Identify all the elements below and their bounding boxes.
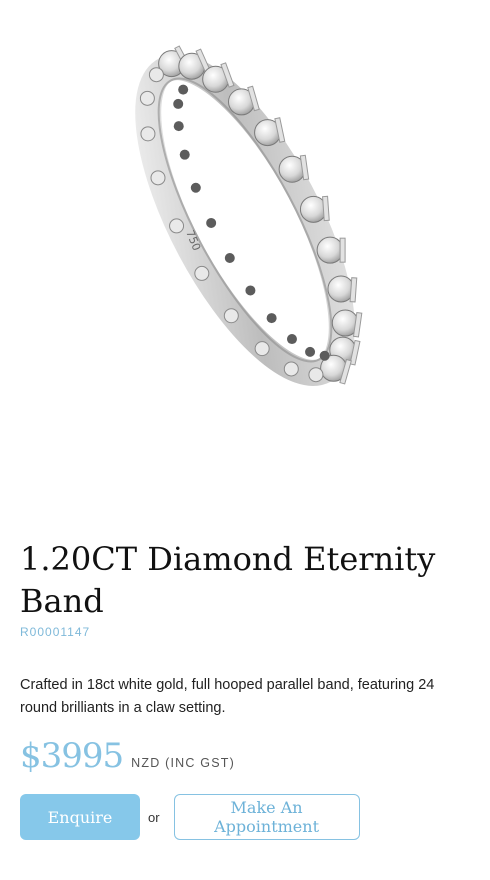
diamond-stone-back	[150, 170, 166, 186]
diamond-stone-back	[139, 90, 155, 106]
diamond-stone-back	[283, 361, 299, 377]
make-appointment-button[interactable]: Make An Appointment	[173, 794, 360, 840]
currency-note: NZD (INC GST)	[131, 756, 235, 770]
price-row: $3995 NZD (INC GST)	[20, 736, 235, 776]
gallery-hole	[319, 350, 330, 361]
diamond-stone-back	[223, 308, 239, 324]
diamond-stone-back	[169, 218, 185, 234]
action-row: Enquire or Make An Appointment	[20, 794, 360, 840]
product-image[interactable]: 750	[0, 0, 490, 520]
gallery-hole	[178, 84, 189, 95]
product-title: 1.20CT Diamond Eternity Band	[20, 540, 436, 620]
diamond-stone-back	[148, 67, 164, 83]
product-sku: R00001147	[20, 625, 91, 639]
enquire-button[interactable]: Enquire	[20, 794, 140, 840]
gallery-hole	[173, 98, 184, 109]
diamond-stone	[316, 236, 344, 264]
gallery-hole	[224, 252, 235, 263]
gallery-hole	[206, 217, 217, 228]
prong-bar	[339, 237, 346, 263]
diamond-stone-back	[308, 367, 324, 383]
gallery-hole	[179, 149, 190, 160]
gallery-hole	[190, 182, 201, 193]
diamond-stone-back	[140, 126, 156, 142]
or-separator: or	[148, 809, 160, 825]
ring-illustration: 750	[135, 45, 363, 386]
product-price: $3995	[20, 736, 124, 776]
prong-bar	[349, 277, 358, 303]
gallery-hole	[266, 313, 277, 324]
gallery-hole	[286, 334, 297, 345]
product-description: Crafted in 18ct white gold, full hooped …	[20, 677, 435, 716]
gallery-hole	[305, 346, 316, 357]
prong-bar	[322, 195, 330, 222]
diamond-stone-back	[194, 265, 210, 281]
gallery-hole	[245, 285, 256, 296]
gallery-hole	[173, 121, 184, 132]
diamond-stone-back	[254, 341, 270, 357]
